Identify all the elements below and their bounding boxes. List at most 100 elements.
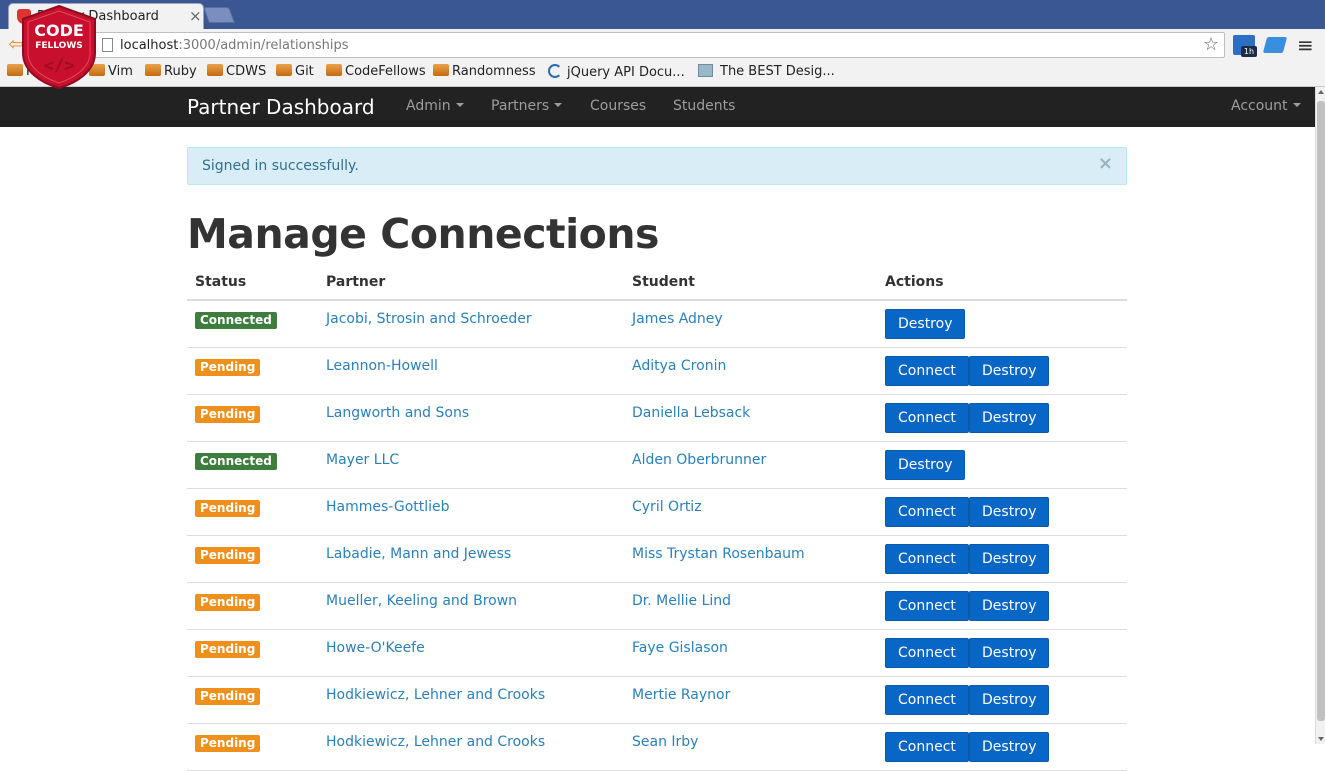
bookmark-folder[interactable]: Ruby: [145, 64, 197, 84]
bookmark-label: The BEST Desig...: [720, 64, 835, 79]
jquery-icon: [548, 64, 562, 78]
partner-link[interactable]: Hodkiewicz, Lehner and Crooks: [326, 734, 545, 750]
student-link[interactable]: Aditya Cronin: [632, 358, 726, 374]
student-link[interactable]: James Adney: [632, 311, 723, 327]
student-link[interactable]: Alden Oberbrunner: [632, 452, 766, 468]
status-badge: Connected: [195, 312, 277, 329]
table-row: Pending Howe-O'Keefe Faye Gislason Connect D…: [187, 630, 1127, 677]
bookmark-label: CDWS: [226, 64, 267, 79]
nav-label: Account: [1231, 98, 1288, 114]
new-tab-button[interactable]: [203, 7, 235, 23]
partner-link[interactable]: Hodkiewicz, Lehner and Crooks: [326, 687, 545, 703]
browser-menu-icon[interactable]: ≡: [1297, 33, 1314, 57]
url-path: :3000/admin/relationships: [178, 38, 349, 53]
header-actions: Actions: [885, 274, 944, 290]
bookmark-star-icon[interactable]: ☆: [1203, 34, 1219, 55]
bookmark-label: jQuery API Docu...: [567, 65, 685, 80]
page-title: Manage Connections: [187, 210, 659, 258]
destroy-button[interactable]: Destroy: [969, 403, 1050, 433]
table-row: Pending Hodkiewicz, Lehner and Crooks Sean…: [187, 724, 1127, 771]
flash-alert: Signed in successfully. ×: [187, 147, 1127, 185]
partner-link[interactable]: Hammes-Gottlieb: [326, 499, 450, 515]
partner-link[interactable]: Howe-O'Keefe: [326, 640, 425, 656]
bookmark-folder[interactable]: Git: [276, 64, 314, 84]
connect-button[interactable]: Connect: [885, 356, 969, 386]
status-badge: Pending: [195, 641, 261, 658]
scroll-down-icon[interactable]: [1318, 737, 1324, 741]
partner-link[interactable]: Leannon-Howell: [326, 358, 438, 374]
bookmark-folder[interactable]: CDWS: [207, 64, 266, 84]
student-link[interactable]: Mertie Raynor: [632, 687, 730, 703]
connect-button[interactable]: Connect: [885, 732, 969, 762]
url-host: localhost: [120, 38, 179, 53]
folder-icon: [326, 64, 342, 76]
nav-students[interactable]: Students: [673, 98, 735, 114]
table-row: Pending Langworth and Sons Daniella Lebsac…: [187, 395, 1127, 442]
url-text[interactable]: localhost:3000/admin/relationships: [120, 38, 349, 53]
code-fellows-logo[interactable]: CODE FELLOWS </>: [21, 5, 97, 89]
nav-partners-dropdown[interactable]: Partners: [491, 98, 563, 114]
student-link[interactable]: Miss Trystan Rosenbaum: [632, 546, 805, 562]
table-row: Connected Mayer LLC Alden Oberbrunner Destr…: [187, 442, 1127, 489]
status-badge: Pending: [195, 688, 261, 705]
address-bar[interactable]: localhost:3000/admin/relationships ☆: [94, 32, 1225, 58]
bookmark-link[interactable]: The BEST Desig...: [698, 64, 835, 84]
alert-message: Signed in successfully.: [202, 158, 359, 174]
destroy-button[interactable]: Destroy: [969, 591, 1050, 621]
logo-code-glyph: </>: [44, 56, 75, 76]
page-scrollbar[interactable]: [1315, 87, 1325, 744]
destroy-button[interactable]: Destroy: [969, 732, 1050, 762]
scroll-thumb[interactable]: [1317, 101, 1325, 721]
destroy-button[interactable]: Destroy: [885, 309, 966, 339]
destroy-button[interactable]: Destroy: [969, 356, 1050, 386]
bookmark-folder[interactable]: CodeFellows: [326, 64, 426, 84]
bookmark-link[interactable]: jQuery API Docu...: [548, 64, 685, 84]
destroy-button[interactable]: Destroy: [969, 544, 1050, 574]
header-student: Student: [632, 274, 695, 290]
partner-link[interactable]: Jacobi, Strosin and Schroeder: [326, 311, 532, 327]
bookmark-label: Git: [295, 64, 314, 79]
partner-link[interactable]: Langworth and Sons: [326, 405, 469, 421]
connect-button[interactable]: Connect: [885, 685, 969, 715]
brand-link[interactable]: Partner Dashboard: [187, 95, 375, 119]
logo-text-fellows: FELLOWS: [35, 41, 83, 51]
caret-down-icon: [455, 103, 464, 107]
header-partner: Partner: [326, 274, 386, 290]
connect-button[interactable]: Connect: [885, 403, 969, 433]
table-row: Pending Hammes-Gottlieb Cyril Ortiz Connect…: [187, 489, 1127, 536]
partner-link[interactable]: Mueller, Keeling and Brown: [326, 593, 517, 609]
destroy-button[interactable]: Destroy: [969, 497, 1050, 527]
partner-link[interactable]: Labadie, Mann and Jewess: [326, 546, 511, 562]
bookmark-folder[interactable]: Randomness: [433, 64, 536, 84]
student-link[interactable]: Cyril Ortiz: [632, 499, 702, 515]
scroll-up-icon[interactable]: [1318, 90, 1324, 94]
status-badge: Pending: [195, 594, 261, 611]
connect-button[interactable]: Connect: [885, 544, 969, 574]
tab-close-icon[interactable]: ×: [189, 7, 202, 25]
logo-text-code: CODE: [34, 21, 84, 40]
connect-button[interactable]: Connect: [885, 497, 969, 527]
browser-toolbar: ⇦ ⇨ ↻ localhost:3000/admin/relationships…: [0, 29, 1325, 61]
student-link[interactable]: Sean Irby: [632, 734, 698, 750]
connect-button[interactable]: Connect: [885, 638, 969, 668]
alert-close-icon[interactable]: ×: [1098, 153, 1113, 174]
bookmark-label: CodeFellows: [345, 64, 426, 79]
connect-button[interactable]: Connect: [885, 591, 969, 621]
student-link[interactable]: Dr. Mellie Lind: [632, 593, 731, 609]
nav-admin-dropdown[interactable]: Admin: [406, 98, 464, 114]
bookmark-label: Vim: [108, 64, 133, 79]
table-row: Pending Labadie, Mann and Jewess Miss Trys…: [187, 536, 1127, 583]
nav-courses[interactable]: Courses: [590, 98, 646, 114]
status-badge: Pending: [195, 406, 261, 423]
header-status: Status: [195, 274, 247, 290]
destroy-button[interactable]: Destroy: [969, 638, 1050, 668]
partner-link[interactable]: Mayer LLC: [326, 452, 399, 468]
nav-account-dropdown[interactable]: Account: [1231, 98, 1301, 114]
nav-label: Partners: [491, 98, 550, 114]
destroy-button[interactable]: Destroy: [969, 685, 1050, 715]
student-link[interactable]: Daniella Lebsack: [632, 405, 750, 421]
table-row: Connected Jacobi, Strosin and Schroeder Ja…: [187, 301, 1127, 348]
extension-icon[interactable]: [1262, 37, 1288, 53]
destroy-button[interactable]: Destroy: [885, 450, 966, 480]
student-link[interactable]: Faye Gislason: [632, 640, 728, 656]
